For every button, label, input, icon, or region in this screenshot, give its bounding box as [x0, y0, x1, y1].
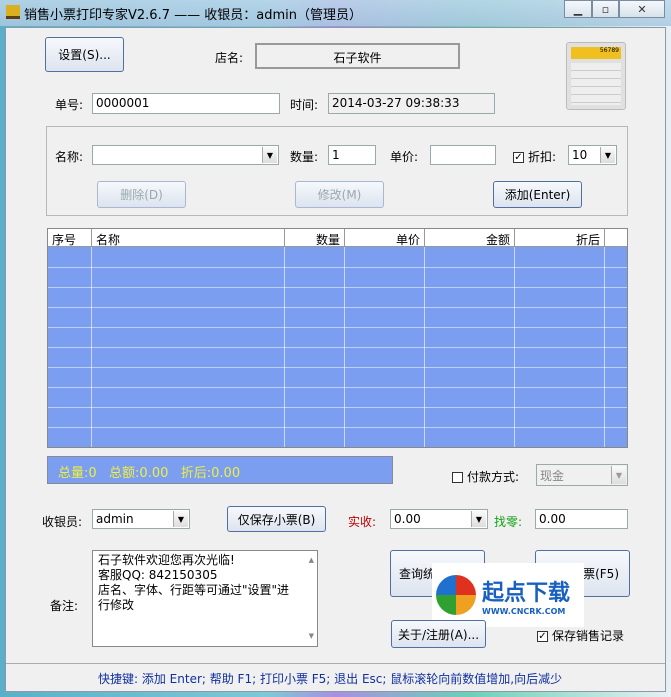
maximize-icon: ▫ [601, 2, 610, 16]
minimize-icon: ▁ [573, 2, 583, 16]
close-button[interactable]: ✕ [619, 0, 665, 18]
store-name: 石子软件 [255, 43, 460, 69]
save-only-button[interactable]: 仅保存小票(B) [227, 506, 326, 532]
price-label: 单价: [390, 150, 419, 164]
memo-label: 备注: [50, 599, 79, 613]
maximize-button[interactable]: ▫ [592, 0, 619, 18]
chevron-down-icon[interactable]: ▼ [611, 466, 626, 484]
scroll-up-icon[interactable]: ▲ [309, 553, 314, 568]
received-combobox[interactable]: 0.00 ▼ [390, 509, 488, 529]
chevron-down-icon[interactable]: ▼ [471, 511, 486, 527]
column-header-index[interactable]: 序号 [48, 229, 92, 247]
price-input[interactable] [430, 145, 496, 165]
checkbox-checked-icon[interactable]: ✓ [537, 631, 548, 642]
watermark-logo-icon [436, 575, 476, 615]
qty-input[interactable]: 1 [328, 145, 376, 165]
scroll-down-icon[interactable]: ▼ [309, 629, 314, 644]
summary-bar: 总量:0 总额:0.00 折后:0.00 [47, 456, 393, 484]
shortcuts-bar: 快捷键: 添加 Enter; 帮助 F1; 打印小票 F5; 退出 Esc; 鼠… [6, 663, 665, 691]
store-label: 店名: [215, 51, 244, 65]
checkbox-unchecked-icon[interactable] [452, 472, 463, 483]
column-header-price[interactable]: 单价 [345, 229, 425, 247]
chevron-down-icon[interactable]: ▼ [262, 147, 277, 163]
cashier-combobox[interactable]: admin ▼ [92, 509, 190, 529]
checkbox-checked-icon[interactable]: ✓ [513, 152, 524, 163]
watermark: 起点下载 WWW.CNCRK.COM [432, 563, 584, 627]
cashier-label: 收银员: [42, 515, 83, 529]
calculator-icon[interactable]: 56789 [566, 42, 626, 110]
settings-button[interactable]: 设置(S)... [45, 37, 124, 72]
discount-combobox[interactable]: 10 ▼ [568, 145, 617, 165]
column-header-filler [605, 229, 627, 247]
payment-checkbox[interactable]: 付款方式: [452, 468, 519, 485]
memo-textarea[interactable]: 石子软件欢迎您再次光临! 客服QQ: 842150305 店名、字体、行距等可通… [92, 550, 318, 647]
app-icon [6, 5, 20, 19]
payment-method-combobox[interactable]: 现金 ▼ [536, 464, 628, 486]
items-table[interactable]: 序号 名称 数量 单价 金额 折后 [47, 228, 628, 448]
change-label: 找零: [494, 515, 523, 529]
qty-label: 数量: [290, 150, 319, 164]
column-header-discounted[interactable]: 折后 [515, 229, 605, 247]
order-label: 单号: [55, 98, 84, 112]
order-number-input[interactable]: 0000001 [92, 93, 280, 114]
time-field: 2014-03-27 09:38:33 [328, 93, 495, 114]
name-label: 名称: [55, 150, 84, 164]
save-record-checkbox[interactable]: ✓ 保存销售记录 [537, 627, 624, 644]
column-header-qty[interactable]: 数量 [285, 229, 345, 247]
column-header-name[interactable]: 名称 [92, 229, 285, 247]
window-title: 销售小票打印专家V2.6.7 —— 收银员：admin（管理员） [24, 8, 362, 23]
time-label: 时间: [290, 98, 319, 112]
modify-button[interactable]: 修改(M) [295, 181, 384, 208]
about-register-button[interactable]: 关于/注册(A)... [391, 620, 486, 648]
minimize-button[interactable]: ▁ [564, 0, 592, 18]
chevron-down-icon[interactable]: ▼ [173, 511, 188, 527]
add-button[interactable]: 添加(Enter) [493, 181, 582, 208]
column-header-amount[interactable]: 金额 [425, 229, 515, 247]
discount-checkbox[interactable]: ✓ 折扣: [513, 148, 556, 165]
chevron-down-icon[interactable]: ▼ [600, 147, 615, 163]
close-icon: ✕ [637, 2, 647, 16]
name-combobox[interactable]: ▼ [92, 145, 279, 165]
change-field[interactable]: 0.00 [535, 509, 628, 529]
received-label: 实收: [348, 515, 377, 529]
delete-button[interactable]: 删除(D) [97, 181, 186, 208]
